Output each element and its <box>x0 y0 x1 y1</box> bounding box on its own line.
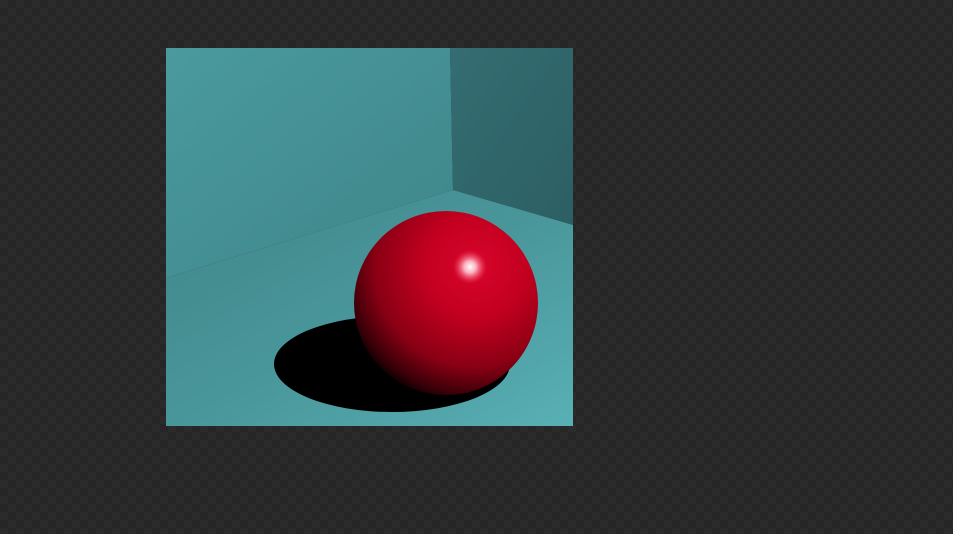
rendered-image <box>166 48 573 426</box>
image-viewer-canvas <box>0 0 953 534</box>
specular-highlight <box>453 250 487 284</box>
red-sphere <box>354 211 538 395</box>
